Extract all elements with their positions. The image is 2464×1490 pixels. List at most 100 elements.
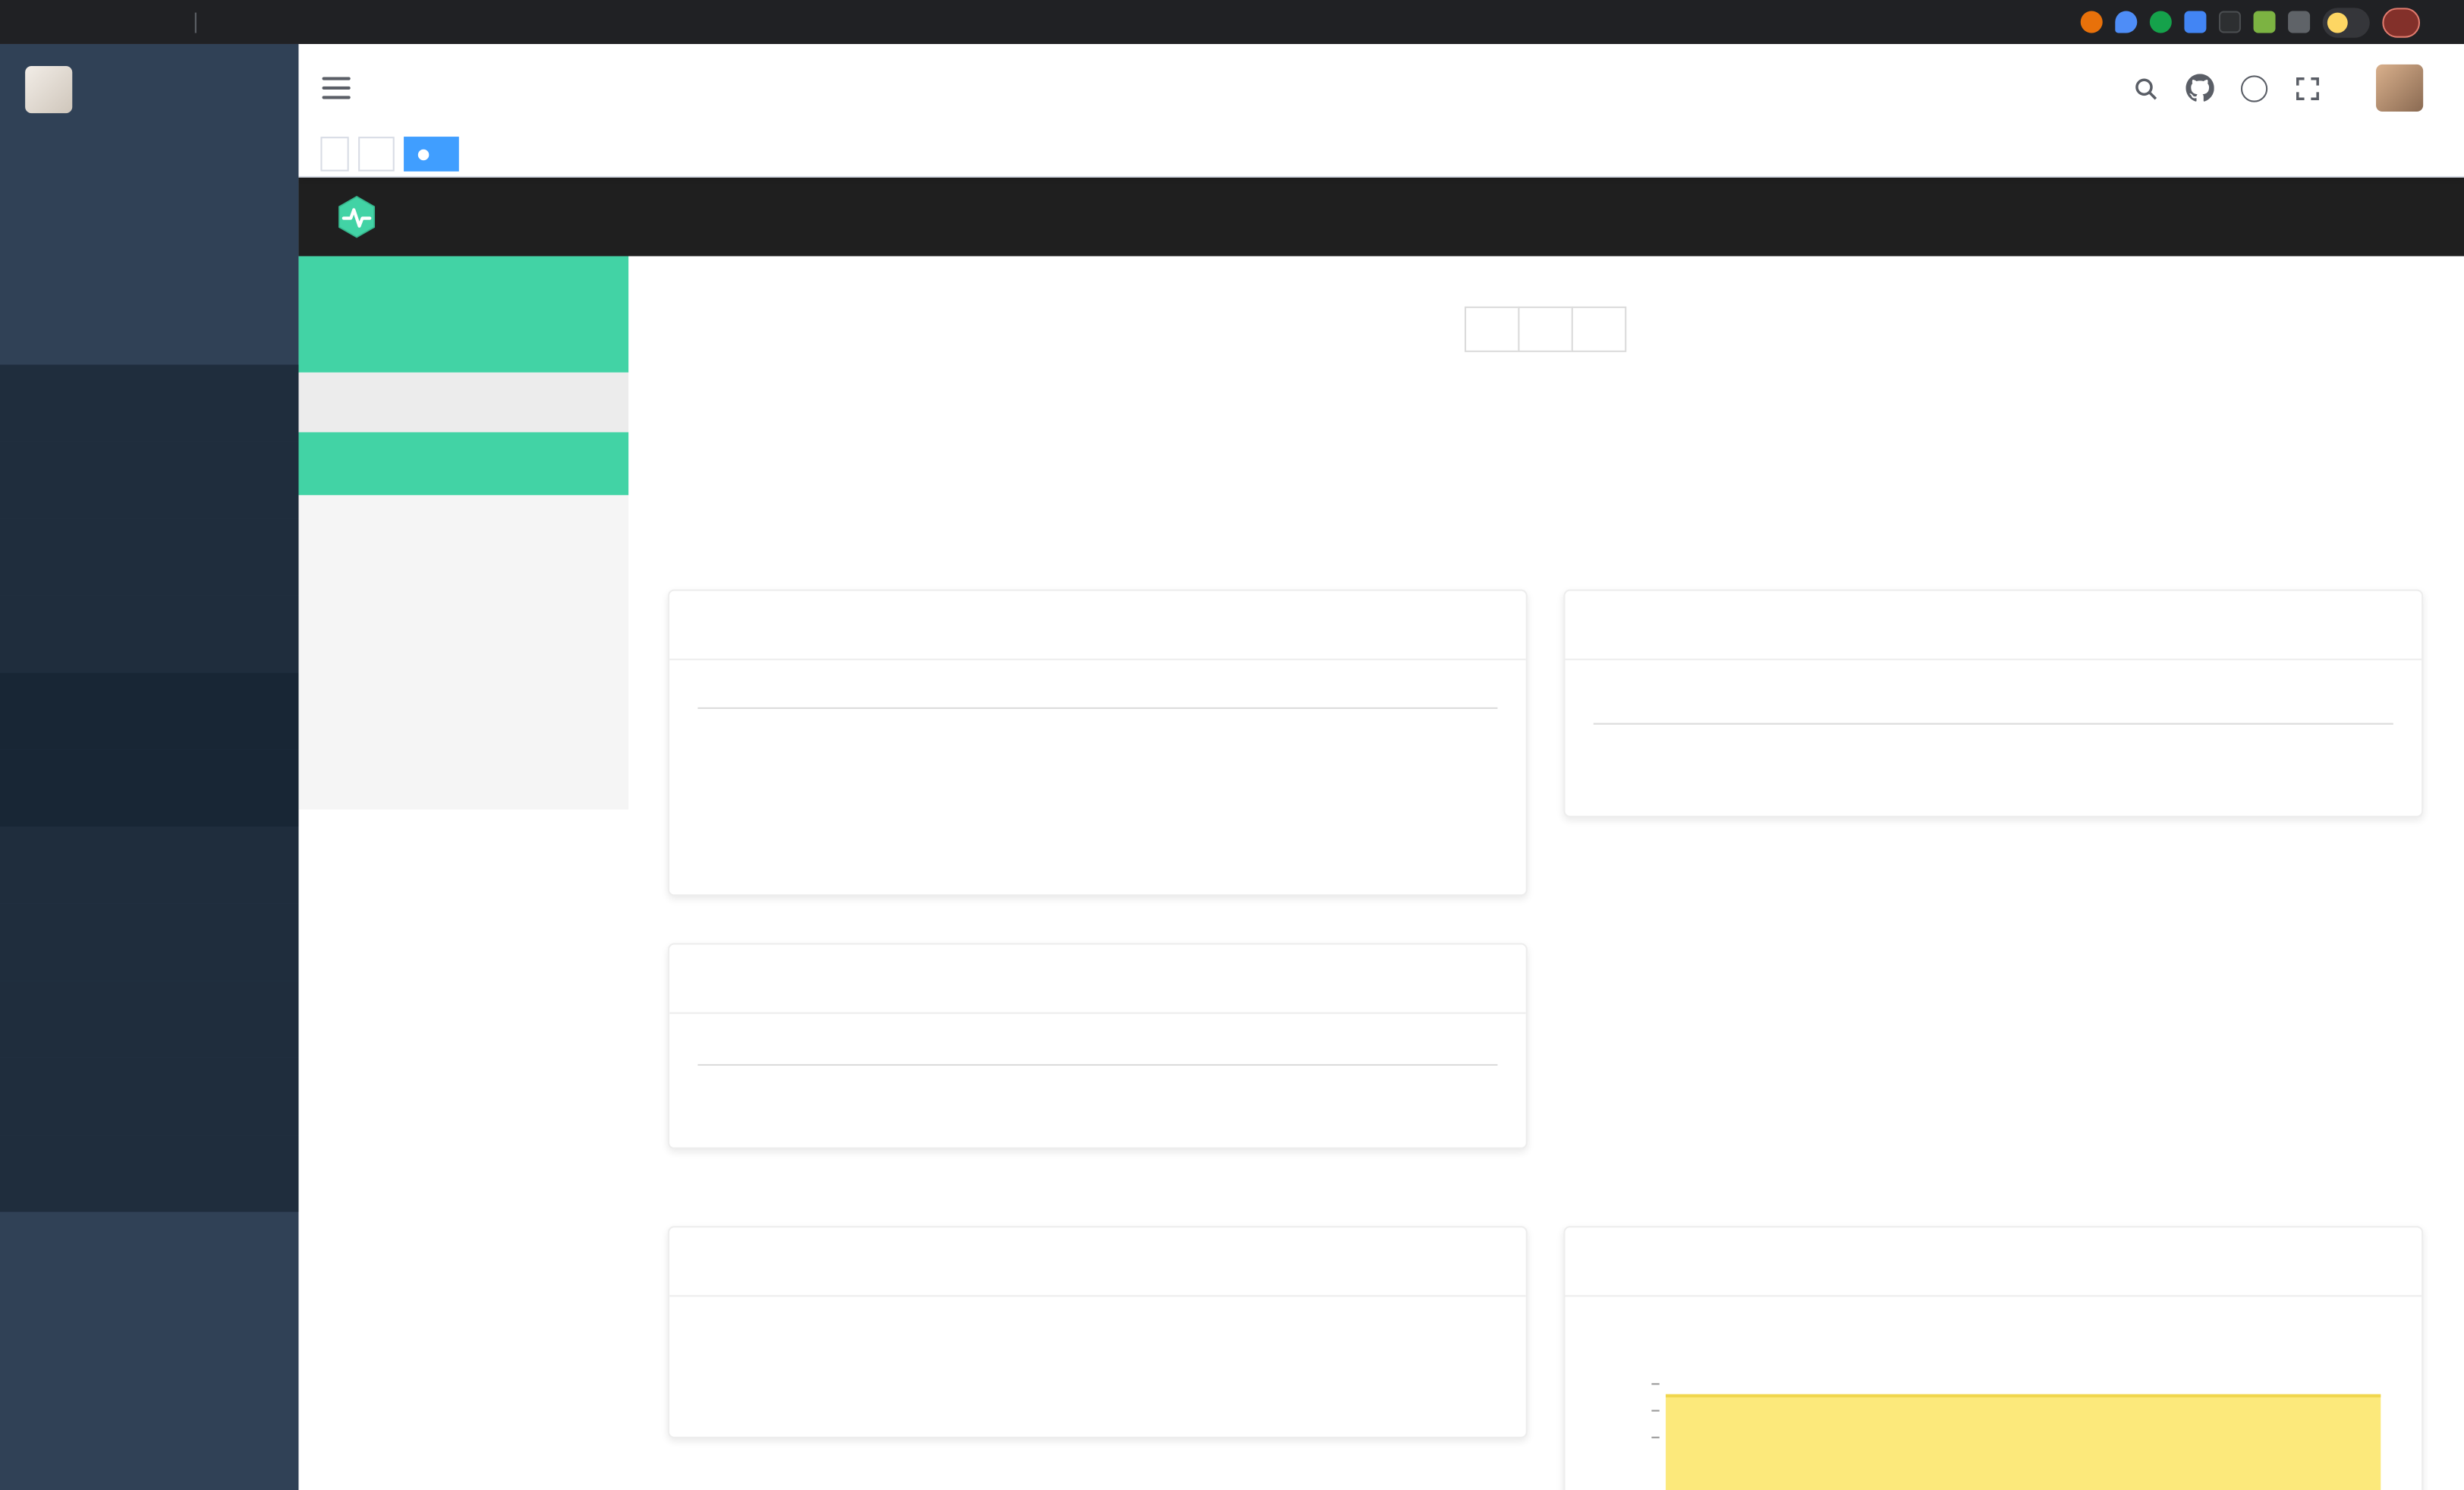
- extension-icon-3[interactable]: [2150, 11, 2172, 33]
- search-icon[interactable]: [2132, 74, 2159, 101]
- legend-yellow-square-icon: [1663, 1325, 1679, 1341]
- threads-chart-area: [1666, 1394, 2381, 1490]
- legend-label: [1997, 1325, 2017, 1341]
- extension-icon-5[interactable]: [2219, 11, 2241, 33]
- sidebar-item-mysql-monitor[interactable]: [0, 827, 298, 903]
- cards-right-column: [1563, 590, 2423, 1490]
- threads-legend-row: [1594, 1322, 2393, 1359]
- instance-health-link[interactable]: [1572, 307, 1626, 352]
- browser-nav-controls: [13, 5, 161, 39]
- sidebar-item-system-mgmt[interactable]: [0, 210, 298, 287]
- sba-menu-performance[interactable]: [298, 495, 628, 558]
- legend-label: [1663, 1325, 1683, 1341]
- sba-menu-logs[interactable]: [298, 809, 628, 871]
- instance-url-link[interactable]: [1465, 307, 1519, 352]
- tab-home[interactable]: [320, 137, 348, 172]
- browser-actions: [2043, 5, 2451, 39]
- sidebar-item-file-mgmt[interactable]: [0, 364, 298, 441]
- user-avatar[interactable]: [2376, 65, 2423, 112]
- app-logo-row[interactable]: [0, 44, 298, 134]
- sidebar-item-infrastructure[interactable]: [0, 288, 298, 364]
- back-icon[interactable]: [13, 5, 48, 39]
- sba-menu-topitems: [298, 809, 628, 1054]
- sba-logo-icon: [333, 194, 380, 241]
- threads-card: [1563, 1226, 2423, 1490]
- info-row-git: [697, 685, 1497, 709]
- sba-menu-scheduled-tasks[interactable]: [298, 747, 628, 810]
- threads-card-body: [1566, 1296, 2422, 1490]
- sidebar-toggle-icon[interactable]: [323, 75, 354, 100]
- sba-menu-details[interactable]: [298, 432, 628, 495]
- fullscreen-icon[interactable]: [2294, 74, 2321, 101]
- sba-menu-classes[interactable]: [298, 621, 628, 684]
- threads-metric-live: [1663, 1325, 1683, 1358]
- browser-toolbar: [0, 0, 2464, 44]
- app-header: [298, 44, 2464, 132]
- header-actions: [2132, 65, 2464, 112]
- cards-left-column: [668, 590, 1528, 1490]
- health-row-instance: [1594, 685, 2393, 725]
- metadata-card-body: [669, 1014, 1526, 1091]
- profile-avatar-icon: [2327, 12, 2348, 33]
- process-card-body: [669, 1296, 1526, 1367]
- info-card-header: [669, 591, 1526, 660]
- sidebar-item-access-log[interactable]: [0, 673, 298, 749]
- sba-menu-config-props[interactable]: [298, 684, 628, 747]
- sidebar-item-dev-tools[interactable]: [0, 1212, 298, 1289]
- sidebar-item-config-mgmt[interactable]: [0, 442, 298, 518]
- threads-chart: [1594, 1383, 2393, 1490]
- extension-icon-4[interactable]: [2184, 11, 2206, 33]
- sba-instance-header[interactable]: [298, 257, 628, 373]
- sba-menu-group-insights[interactable]: [298, 373, 628, 433]
- metadata-row-startup: [697, 1039, 1497, 1066]
- app-main: [298, 44, 2464, 1490]
- sba-menu-environment[interactable]: [298, 558, 628, 621]
- sidebar-item-redis-monitor[interactable]: [0, 904, 298, 981]
- tab-java-monitor[interactable]: [404, 137, 458, 172]
- extension-icon-7[interactable]: [2288, 11, 2310, 33]
- sidebar-item-api-logs[interactable]: [0, 596, 298, 673]
- info-card: [668, 590, 1528, 896]
- sba-menu-caches[interactable]: [298, 994, 628, 1055]
- metadata-card-header: [669, 945, 1526, 1014]
- address-bar[interactable]: [173, 12, 2043, 33]
- sidebar-item-log-center[interactable]: [0, 1135, 298, 1211]
- health-card-header: [1566, 591, 2422, 660]
- health-card: [1563, 590, 2423, 817]
- github-icon[interactable]: [2186, 74, 2214, 102]
- extension-icon-2[interactable]: [2115, 11, 2137, 33]
- instance-links: [628, 307, 2464, 352]
- info-card-body: [669, 660, 1526, 734]
- sidebar-item-scheduled-jobs[interactable]: [0, 518, 298, 595]
- sba-menu-mappings[interactable]: [298, 932, 628, 994]
- process-card: [668, 1226, 1528, 1438]
- threads-card-header: [1566, 1227, 2422, 1296]
- browser-home-icon[interactable]: [126, 5, 161, 39]
- extension-icon-6[interactable]: [2254, 11, 2276, 33]
- chrome-update-button[interactable]: [2382, 7, 2420, 36]
- sba-menu-subitems: [298, 432, 628, 809]
- sba-body: [298, 257, 2464, 1490]
- sba-content: [628, 257, 2464, 1490]
- reload-icon[interactable]: [88, 5, 123, 39]
- tab-redis-monitor[interactable]: [358, 137, 395, 172]
- sba-navbar: [298, 178, 2464, 257]
- sidebar-item-error-log[interactable]: [0, 750, 298, 827]
- tag-tabs-bar: [298, 132, 2464, 178]
- sidebar-item-trace[interactable]: [0, 1058, 298, 1135]
- extension-icon-1[interactable]: [2081, 11, 2103, 33]
- browser-menu-icon[interactable]: [2433, 5, 2452, 39]
- help-icon[interactable]: [2241, 74, 2267, 101]
- sidebar-item-java-monitor[interactable]: [0, 981, 298, 1057]
- sba-sidebar: [298, 257, 628, 1490]
- bookmark-star-icon[interactable]: [2043, 5, 2068, 39]
- app-sidebar: [0, 44, 298, 1490]
- process-card-header: [669, 1227, 1526, 1296]
- instance-actuator-link[interactable]: [1518, 307, 1572, 352]
- forward-icon[interactable]: [50, 5, 85, 39]
- active-tab-dot: [418, 149, 429, 159]
- profile-paused-badge[interactable]: [2323, 7, 2370, 36]
- sba-menu-jvm[interactable]: [298, 871, 628, 932]
- health-card-body: [1566, 660, 2422, 750]
- sidebar-item-home[interactable]: [0, 134, 298, 210]
